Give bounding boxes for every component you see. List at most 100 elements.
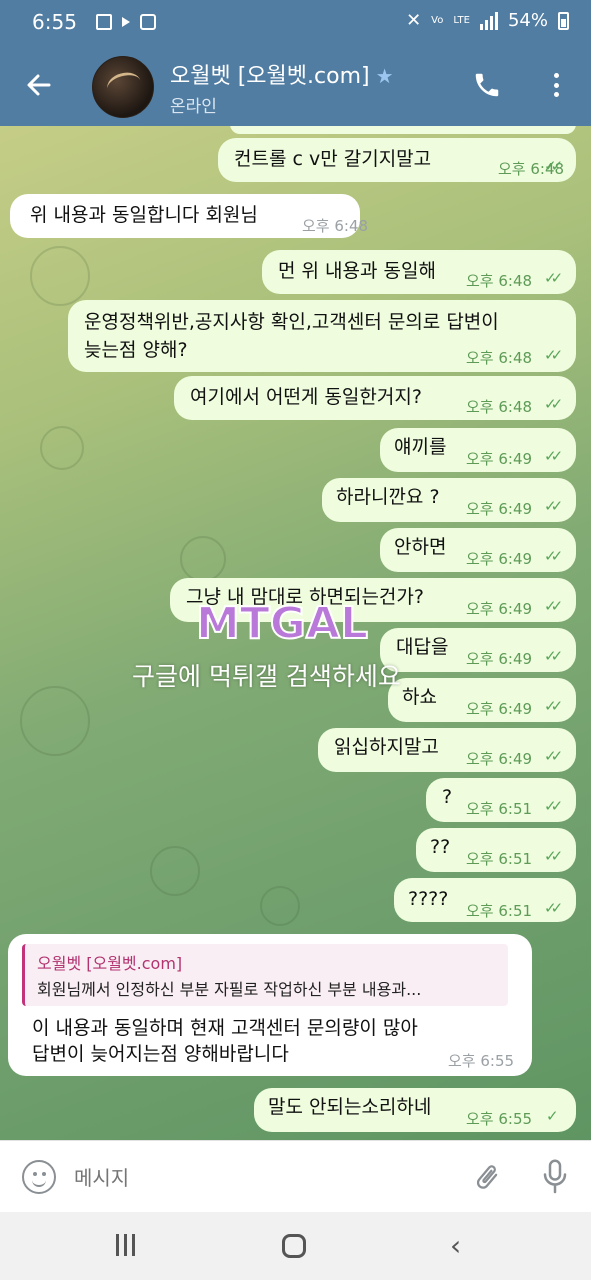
check-icon: ✓✓ [544,747,563,765]
message-text: ?? [430,836,451,858]
reply-preview[interactable]: 오월벳 [오월벳.com] 회원님께서 인정하신 부분 자필로 작업하신 부분 … [22,944,508,1006]
message-composer [0,1140,591,1212]
message-time: 오후 6:49 [466,500,533,518]
message-time: 오후 6:51 [466,800,533,818]
reply-text: 회원님께서 인정하신 부분 자필로 작업하신 부분 내용과... [37,980,422,999]
message-text: 이 내용과 동일하며 현재 고객센터 문의량이 많아 [32,1017,418,1039]
message-bubble-reply[interactable]: 오월벳 [오월벳.com] 회원님께서 인정하신 부분 자필로 작업하신 부분 … [8,934,532,1076]
home-icon[interactable] [282,1234,306,1258]
message-time: 오후 6:51 [466,902,533,920]
message-text: 위 내용과 동일합니다 회원님 [30,204,258,226]
message-time: 오후 6:48 [466,349,533,367]
signal-icon [479,11,498,30]
battery-level: 54% [507,10,548,31]
system-indicators: ✕ Vo LTE 54% [406,10,569,31]
message-time: 오후 6:48 [302,217,369,235]
message-input[interactable] [74,1161,454,1195]
avatar[interactable] [92,56,154,118]
notification-icons [96,14,156,30]
message-text: ???? [408,888,449,910]
check-icon: ✓✓ [544,447,563,465]
message-text: 여기에서 어떤게 동일한거지? [190,386,422,408]
star-icon: ★ [375,64,394,88]
message-bubble[interactable]: ? 오후 6:51 ✓✓ [426,778,576,822]
message-bubble[interactable]: 먼 위 내용과 동일해 오후 6:48 ✓✓ [262,250,576,294]
message-bubble[interactable]: 안하면 오후 6:49 ✓✓ [380,528,576,572]
message-text: 답변이 늦어지는점 양해바랍니다 [32,1043,289,1065]
message-time: 오후 6:55 [448,1052,515,1070]
chat-title-text: 오월벳 [오월벳.com] [170,64,370,89]
check-icon: ✓✓ [544,395,563,413]
recent-apps-icon[interactable] [116,1234,140,1256]
check-icon: ✓✓ [544,269,563,287]
doodle [180,536,226,582]
message-text: 컨트롤 c v만 갈기지말고 [234,148,432,170]
message-time: 오후 6:49 [466,550,533,568]
message-text: 먼 위 내용과 동일해 [278,260,436,282]
check-icon: ✓✓ [544,899,563,917]
doodle [150,846,200,896]
message-bubble[interactable]: 컨트롤 c v만 갈기지말고 오후 6:48 ✓✓ [218,138,576,182]
doodle [40,426,84,470]
status-bar: 6:55 ✕ Vo LTE 54% [0,0,591,46]
check-icon: ✓✓ [544,647,563,665]
mute-icon: ✕ [406,10,422,31]
nav-back-icon[interactable]: ‹ [450,1232,461,1260]
message-bubble[interactable]: ???? 오후 6:51 ✓✓ [394,878,576,922]
back-arrow-icon[interactable] [22,68,56,102]
message-text: 대답을 [396,636,449,658]
message-bubble[interactable]: 말도 안되는소리하네 오후 6:55 ✓ [254,1088,576,1132]
volte-icon: Vo [431,14,444,26]
attach-icon[interactable] [472,1161,502,1193]
message-bubble[interactable]: 운영정책위반,공지사항 확인,고객센터 문의로 답변이 늦는점 양해? 오후 6… [68,300,576,372]
system-nav-bar: ‹ [0,1212,591,1280]
chat-header: 오월벳 [오월벳.com] ★ 온라인 [0,46,591,126]
network-type: LTE [453,14,470,26]
check-icon: ✓✓ [544,547,563,565]
message-time: 오후 6:49 [466,450,533,468]
doodle [20,686,90,756]
check-icon: ✓ [546,1107,559,1125]
message-bubble[interactable]: 대답을 오후 6:49 ✓✓ [380,628,576,672]
message-text: 운영정책위반,공지사항 확인,고객센터 문의로 답변이 [84,311,499,333]
volume-icon [122,17,130,27]
watermark-caption: 구글에 먹튀갤 검색하세요 [132,662,401,691]
message-time: 오후 6:49 [466,750,533,768]
check-icon: ✓✓ [544,497,563,515]
chat-title[interactable]: 오월벳 [오월벳.com] ★ [170,58,394,90]
battery-icon [558,11,569,30]
message-text: 안하면 [394,536,447,558]
message-text: 얘끼를 [394,436,447,458]
message-bubble[interactable]: 읽십하지말고 오후 6:49 ✓✓ [318,728,576,772]
message-bubble[interactable]: 하라니깐요 ? 오후 6:49 ✓✓ [322,478,576,522]
chat-status: 온라인 [170,97,217,117]
message-text: 말도 안되는소리하네 [268,1096,432,1118]
message-time: 오후 6:49 [466,600,533,618]
call-icon[interactable] [472,70,502,100]
message-bubble[interactable]: 위 내용과 동일합니다 회원님 오후 6:48 [10,194,368,238]
message-text: 늦는점 양해? [84,339,188,361]
message-time: 오후 6:55 [466,1110,533,1128]
message-time: 오후 6:51 [466,850,533,868]
message-bubble[interactable]: ?? 오후 6:51 ✓✓ [416,828,576,872]
doodle [260,886,300,926]
message-bubble[interactable]: 하쇼 오후 6:49 ✓✓ [388,678,576,722]
mic-icon[interactable] [540,1157,570,1197]
message-bubble[interactable]: 여기에서 어떤게 동일한거지? 오후 6:48 ✓✓ [174,376,576,420]
message-text: ? [442,786,453,808]
watermark-logo: MTGAL [192,594,392,650]
gallery-icon [96,14,112,30]
status-time: 6:55 [32,10,77,34]
reply-author: 오월벳 [오월벳.com] [37,954,183,973]
message-text: 읽십하지말고 [334,736,439,758]
message-time: 오후 6:48 [466,272,533,290]
message-text: 하쇼 [402,686,437,708]
check-icon: ✓✓ [544,157,563,175]
check-icon: ✓✓ [544,797,563,815]
check-icon: ✓✓ [544,346,563,364]
message-bubble[interactable]: 얘끼를 오후 6:49 ✓✓ [380,428,576,472]
emoji-icon[interactable] [22,1160,56,1194]
check-icon: ✓✓ [544,847,563,865]
check-icon: ✓✓ [544,597,563,615]
more-vert-icon[interactable] [548,70,564,100]
